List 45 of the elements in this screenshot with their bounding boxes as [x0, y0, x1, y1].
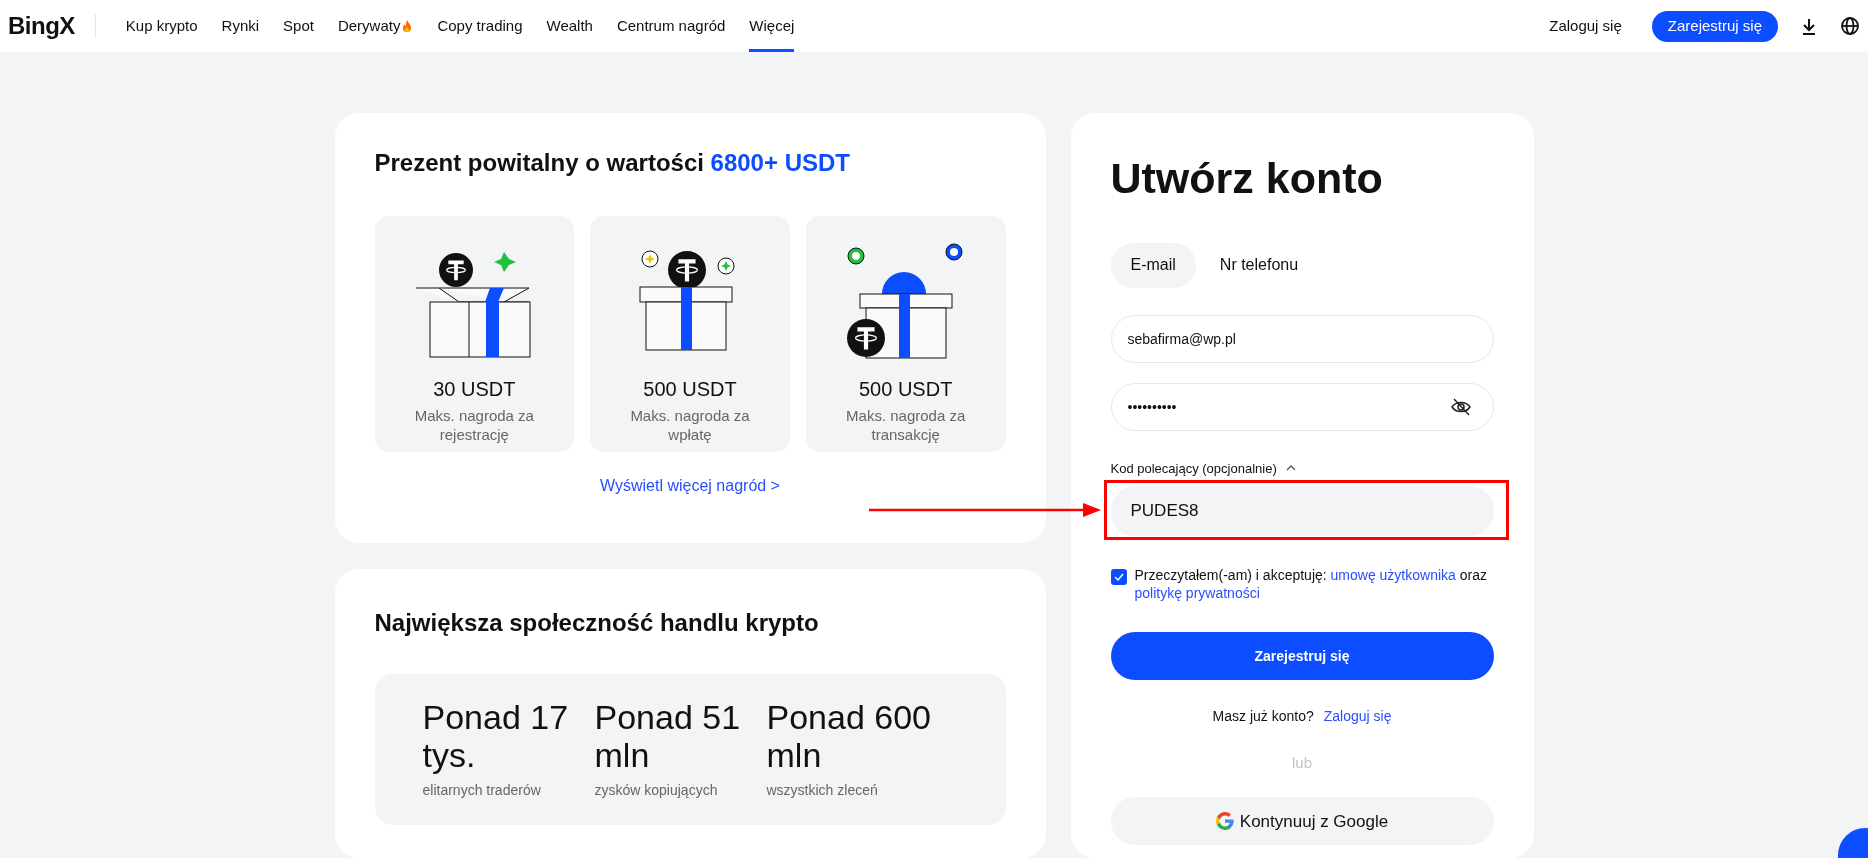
- community-heading: Największa społeczność handlu krypto: [374, 609, 820, 638]
- tab[interactable]: E-mail: [1110, 242, 1196, 288]
- nav-link[interactable]: Wealth: [546, 0, 593, 52]
- reward-caption: Maks. nagroda za transakcję: [845, 405, 967, 445]
- terms-link[interactable]: umowę użytkownika: [1330, 567, 1456, 584]
- tab[interactable]: Nr telefonu: [1199, 242, 1319, 288]
- reward-caption: Maks. nagroda za rejestrację: [413, 405, 535, 445]
- nav-link[interactable]: Kup krypto: [125, 0, 198, 52]
- reward-caption: Maks. nagroda za wpłatę: [629, 405, 751, 445]
- nav-link[interactable]: Copy trading: [437, 0, 523, 52]
- login-link[interactable]: Zaloguj się: [1323, 706, 1392, 728]
- stat-label: elitarnych traderów: [422, 780, 542, 800]
- email-field[interactable]: sebafirma@wp.pl: [1110, 314, 1494, 363]
- referral-code-field[interactable]: PUDES8: [1110, 486, 1494, 537]
- register-button[interactable]: Zarejestruj się: [1651, 10, 1778, 42]
- logo[interactable]: BingX: [8, 14, 96, 38]
- nav-link[interactable]: Centrum nagród: [616, 0, 726, 52]
- stat-value: Ponad 600 mln: [766, 697, 932, 774]
- have-account-text: Masz już konto?: [1212, 707, 1314, 727]
- nav-link[interactable]: Więcej: [749, 0, 795, 52]
- referral-label: Kod polecający (opcjonalnie): [1110, 459, 1277, 478]
- globe-icon[interactable]: [1840, 16, 1860, 36]
- terms-text: Przeczytałem(-am) i akceptuję: umowę użytkownika oraz politykę prywatności: [1134, 566, 1488, 603]
- stat-value: Ponad 17 tys.: [422, 697, 570, 774]
- stat-label: wszystkich zleceń: [766, 780, 879, 800]
- gift-heading: Prezent powitalny o wartości 6800+ USDT: [374, 149, 851, 178]
- nav-link[interactable]: Spot: [283, 0, 314, 52]
- password-field[interactable]: ••••••••••: [1110, 382, 1494, 431]
- reward-amount: 30 USDT: [433, 376, 516, 402]
- checkbox[interactable]: [1110, 569, 1127, 586]
- google-button[interactable]: Kontynuuj z Google: [1110, 797, 1494, 846]
- more-rewards-link[interactable]: Wyświetl więcej nagród >: [600, 476, 780, 494]
- register-submit-button[interactable]: Zarejestruj się: [1110, 632, 1494, 681]
- signup-title: Utwórz konto: [1110, 153, 1384, 204]
- reward-amount: 500 USDT: [859, 376, 953, 402]
- privacy-link[interactable]: politykę prywatności: [1134, 585, 1260, 602]
- login-link[interactable]: Zaloguj się: [1549, 0, 1622, 52]
- google-logo-icon: [1215, 812, 1234, 831]
- stat-label: zysków kopiujących: [594, 780, 719, 800]
- reward-amount: 500 USDT: [643, 376, 737, 402]
- or-text: lub: [1292, 754, 1312, 772]
- nav-link[interactable]: Rynki: [221, 0, 260, 52]
- stat-value: Ponad 51 mln: [594, 697, 742, 774]
- download-icon[interactable]: [1800, 17, 1818, 35]
- nav-link[interactable]: Derywaty: [337, 0, 414, 52]
